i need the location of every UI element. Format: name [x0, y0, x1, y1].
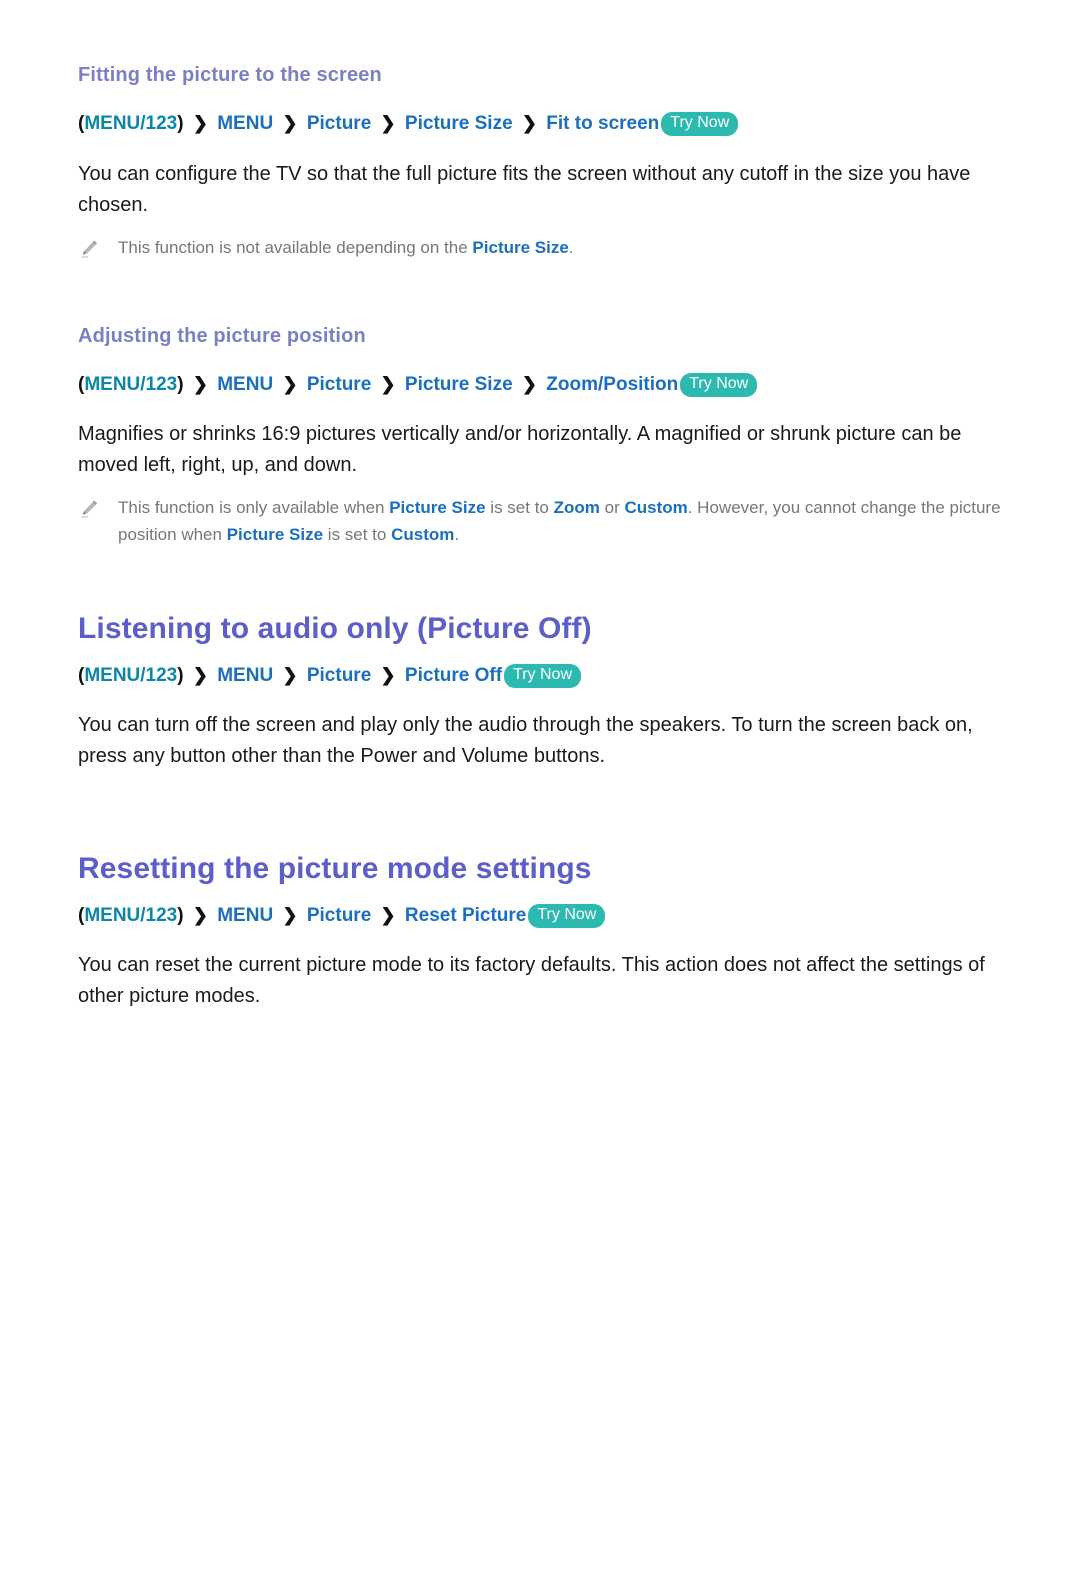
path-crumb-fit-to-screen[interactable]: Fit to screen — [546, 113, 659, 134]
note-text: This function is only available when Pic… — [118, 495, 1002, 548]
menu-path-resetting-the-picture-mode-settings: (MENU/123) ❯ MENU ❯ Picture ❯ Reset Pict… — [78, 902, 1002, 931]
section-heading-fitting-the-picture-to-the-screen: Fitting the picture to the screen — [78, 64, 382, 86]
path-separator-icon: ❯ — [192, 664, 208, 685]
menu-path-adjusting-the-picture-position: (MENU/123) ❯ MENU ❯ Picture ❯ Picture Si… — [78, 371, 1002, 400]
path-crumb-menu[interactable]: MENU — [217, 905, 273, 926]
menu-path-listening-to-audio-only: (MENU/123) ❯ MENU ❯ Picture ❯ Picture Of… — [78, 662, 1002, 691]
section-body-adjusting-the-picture-position: Magnifies or shrinks 16:9 pictures verti… — [78, 423, 962, 477]
pencil-icon — [78, 498, 100, 520]
path-separator-icon: ❯ — [282, 373, 298, 394]
path-crumb-picture[interactable]: Picture — [307, 113, 371, 134]
path-separator-icon: ❯ — [282, 904, 298, 925]
path-crumb-reset-picture[interactable]: Reset Picture — [405, 905, 526, 926]
path-close-paren: ) — [177, 113, 184, 134]
path-menu123[interactable]: MENU/123 — [84, 113, 177, 134]
note-term-custom: Custom — [391, 524, 455, 544]
pencil-icon — [78, 238, 100, 260]
section-heading-resetting-the-picture-mode-settings: Resetting the picture mode settings — [78, 852, 592, 886]
path-close-paren: ) — [177, 904, 184, 926]
path-menu123[interactable]: MENU/123 — [84, 665, 177, 686]
path-crumb-picture[interactable]: Picture — [307, 665, 371, 686]
note-term-zoom: Zoom — [553, 498, 600, 518]
path-close-paren: ) — [177, 373, 184, 395]
path-separator-icon: ❯ — [521, 373, 538, 394]
try-now-badge[interactable]: Try Now — [661, 112, 739, 136]
note-term-picture-size: Picture Size — [472, 237, 569, 257]
path-crumb-menu[interactable]: MENU — [217, 113, 273, 134]
path-menu123[interactable]: MENU/123 — [84, 905, 177, 926]
section-body-fitting-the-picture-to-the-screen: You can configure the TV so that the ful… — [78, 162, 971, 216]
path-separator-icon: ❯ — [282, 664, 298, 685]
note-text-part: is set to — [323, 524, 392, 544]
section-body-listening-to-audio-only: You can turn off the screen and play onl… — [78, 714, 973, 768]
path-close-paren: ) — [177, 664, 184, 686]
help-page: Fitting the picture to the screen (MENU/… — [0, 62, 1080, 1589]
section-heading-listening-to-audio-only: Listening to audio only (Picture Off) — [78, 612, 592, 646]
path-separator-icon: ❯ — [380, 664, 396, 685]
path-separator-icon: ❯ — [380, 373, 396, 394]
note-text-part: is set to — [485, 498, 554, 518]
try-now-badge[interactable]: Try Now — [504, 663, 582, 688]
note-adjusting-the-picture-position: This function is only available when Pic… — [78, 495, 1002, 548]
path-separator-icon: ❯ — [380, 904, 396, 925]
menu-path-fitting-the-picture-to-the-screen: (MENU/123) ❯ MENU ❯ Picture ❯ Picture Si… — [78, 110, 1002, 139]
section-body-resetting-the-picture-mode-settings: You can reset the current picture mode t… — [78, 954, 985, 1008]
try-now-badge[interactable]: Try Now — [528, 903, 606, 928]
note-text-part: or — [599, 498, 625, 518]
note-text-part: . — [454, 524, 460, 544]
note-fitting-the-picture-to-the-screen: This function is not available depending… — [78, 235, 1002, 261]
path-separator-icon: ❯ — [192, 373, 208, 394]
note-text-part: . — [568, 237, 574, 257]
path-crumb-picture[interactable]: Picture — [307, 374, 371, 395]
path-crumb-picture-size[interactable]: Picture Size — [405, 374, 513, 395]
path-crumb-zoom-position[interactable]: Zoom/Position — [546, 374, 678, 395]
path-separator-icon: ❯ — [192, 904, 208, 925]
path-separator-icon: ❯ — [521, 113, 538, 133]
path-menu123[interactable]: MENU/123 — [84, 374, 177, 395]
path-separator-icon: ❯ — [192, 113, 208, 133]
path-crumb-picture-size[interactable]: Picture Size — [405, 113, 513, 134]
note-text-part: This function is not available depending… — [118, 237, 473, 257]
note-term-picture-size: Picture Size — [389, 498, 486, 518]
path-crumb-picture-off[interactable]: Picture Off — [405, 665, 502, 686]
path-crumb-picture[interactable]: Picture — [307, 905, 371, 926]
section-heading-adjusting-the-picture-position: Adjusting the picture position — [78, 324, 366, 347]
path-crumb-menu[interactable]: MENU — [217, 665, 273, 686]
note-term-custom: Custom — [624, 498, 688, 518]
note-text-part: This function is only available when — [118, 498, 390, 518]
path-separator-icon: ❯ — [380, 113, 396, 133]
note-term-picture-size: Picture Size — [226, 524, 324, 544]
path-crumb-menu[interactable]: MENU — [217, 374, 273, 395]
note-text: This function is not available depending… — [118, 235, 574, 261]
path-separator-icon: ❯ — [282, 113, 298, 133]
try-now-badge[interactable]: Try Now — [680, 372, 758, 397]
